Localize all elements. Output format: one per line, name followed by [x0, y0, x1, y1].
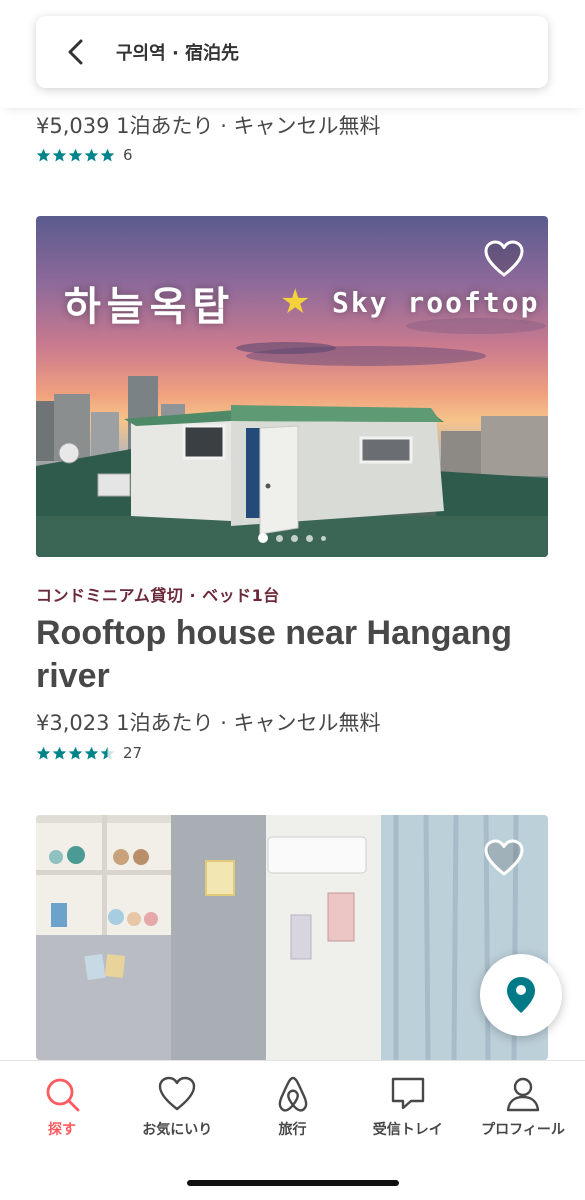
back-button[interactable]	[36, 16, 116, 88]
map-button[interactable]	[480, 954, 562, 1036]
star-icon	[84, 148, 99, 161]
pagination-dot-active[interactable]	[258, 533, 268, 543]
listing-photo[interactable]: 하늘옥탑 ★ Sky rooftop	[36, 216, 548, 557]
listing-title[interactable]: Rooftop house near Hangang river	[36, 612, 548, 698]
room-interior-image	[36, 815, 548, 1060]
rooftop-scene-image	[36, 318, 548, 557]
photo-overlay-korean-text: 하늘옥탑	[64, 284, 236, 330]
bottom-navigation: 探す お気にいり 旅行 受信トレイ プロフィール	[0, 1060, 585, 1200]
search-header: 구의역 · 宿泊先	[0, 0, 585, 108]
nav-item-profile[interactable]: プロフィール	[467, 1075, 579, 1139]
star-icon	[52, 746, 67, 759]
listing-photo[interactable]	[36, 815, 548, 1060]
search-query-text: 구의역 · 宿泊先	[116, 43, 240, 64]
listing-price: ¥3,023 1泊あたり · キャンセル無料	[36, 711, 381, 735]
chevron-left-icon	[68, 39, 83, 65]
star-icon	[68, 746, 83, 759]
listing-rating: 27	[36, 744, 142, 762]
pagination-dot[interactable]	[321, 535, 326, 541]
star-rating	[36, 746, 115, 761]
profile-icon	[506, 1077, 540, 1112]
nav-item-explore[interactable]: 探す	[6, 1075, 118, 1139]
listing-category: コンドミニアム貸切 · ベッド1台	[36, 586, 280, 605]
nav-label: プロフィール	[481, 1122, 565, 1138]
nav-item-trips[interactable]: 旅行	[237, 1075, 349, 1139]
star-icon	[100, 148, 115, 161]
star-rating	[36, 148, 115, 163]
pagination-dot[interactable]	[276, 534, 283, 542]
message-icon	[391, 1077, 424, 1110]
pagination-dot[interactable]	[291, 534, 298, 542]
review-count: 6	[123, 146, 133, 164]
star-decoration-icon: ★	[280, 282, 311, 322]
favorite-heart-button[interactable]	[484, 839, 524, 877]
star-icon	[84, 746, 99, 759]
previous-listing-rating: 6	[36, 146, 133, 164]
nav-item-saved[interactable]: お気にいり	[121, 1075, 233, 1139]
star-icon	[36, 746, 51, 759]
heart-icon	[159, 1076, 196, 1111]
photo-overlay-english-text: Sky rooftop	[332, 286, 540, 319]
half-star-icon	[100, 746, 115, 759]
star-icon	[36, 148, 51, 161]
star-icon	[68, 148, 83, 161]
airbnb-logo-icon	[278, 1076, 307, 1112]
nav-item-inbox[interactable]: 受信トレイ	[352, 1075, 464, 1139]
star-icon	[52, 148, 67, 161]
review-count: 27	[123, 744, 143, 762]
favorite-heart-button[interactable]	[484, 240, 524, 278]
nav-label: 受信トレイ	[372, 1122, 443, 1138]
photo-pagination-dots	[258, 533, 326, 543]
map-pin-icon	[507, 977, 535, 1013]
nav-label: お気にいり	[142, 1122, 213, 1138]
search-bar[interactable]: 구의역 · 宿泊先	[36, 16, 548, 88]
nav-label: 旅行	[278, 1122, 307, 1138]
nav-label: 探す	[48, 1122, 76, 1138]
previous-listing-price: ¥5,039 1泊あたり · キャンセル無料	[36, 114, 381, 138]
search-icon	[46, 1078, 80, 1112]
pagination-dot[interactable]	[306, 534, 313, 542]
home-indicator	[187, 1180, 399, 1186]
